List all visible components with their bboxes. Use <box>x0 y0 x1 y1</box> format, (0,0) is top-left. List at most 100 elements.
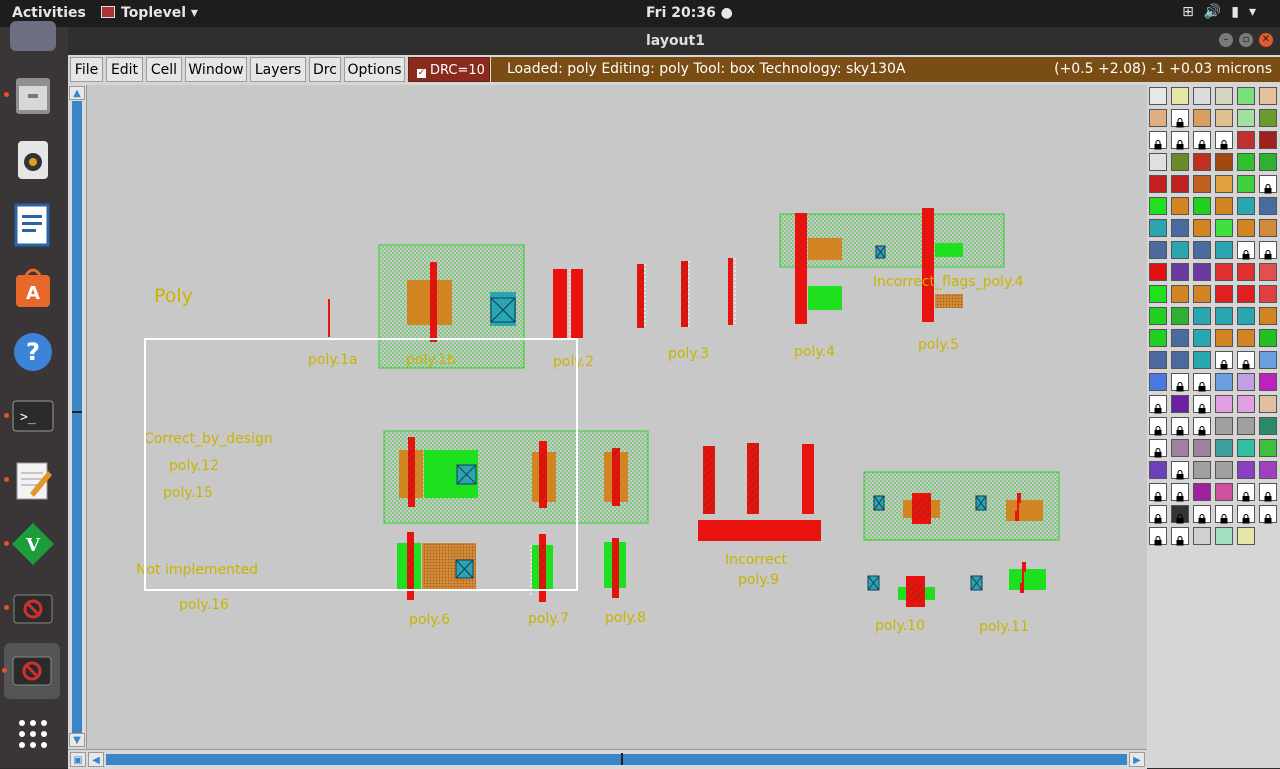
layer-swatch[interactable] <box>1237 395 1255 413</box>
speaker-icon[interactable] <box>10 137 56 183</box>
layer-swatch[interactable] <box>1215 461 1233 479</box>
minimize-button[interactable]: – <box>1219 33 1233 47</box>
horizontal-scroll-thumb[interactable] <box>106 754 1127 765</box>
scroll-right-icon[interactable]: ▶ <box>1129 752 1145 767</box>
layer-swatch[interactable] <box>1171 483 1189 502</box>
layer-swatch[interactable] <box>1193 373 1211 392</box>
layer-swatch[interactable] <box>1171 241 1189 259</box>
menu-options[interactable]: Options <box>344 57 405 82</box>
menu-file[interactable]: File <box>70 57 103 82</box>
layer-swatch[interactable] <box>1215 153 1233 171</box>
layer-swatch[interactable] <box>1171 307 1189 325</box>
layer-swatch[interactable] <box>1215 285 1233 303</box>
layer-swatch[interactable] <box>1193 417 1211 436</box>
layer-swatch[interactable] <box>1171 461 1189 480</box>
layer-swatch[interactable] <box>1149 197 1167 215</box>
app-menu[interactable]: Toplevel ▾ <box>101 5 198 21</box>
layer-swatch[interactable] <box>1149 153 1167 171</box>
layer-swatch[interactable] <box>1215 329 1233 347</box>
layer-swatch[interactable] <box>1193 263 1211 281</box>
layer-swatch[interactable] <box>1237 87 1255 105</box>
layer-swatch[interactable] <box>1259 395 1277 413</box>
layer-swatch[interactable] <box>1259 461 1277 479</box>
layer-swatch[interactable] <box>1149 505 1167 524</box>
layer-swatch[interactable] <box>1171 285 1189 303</box>
layer-swatch[interactable] <box>1259 175 1277 194</box>
layer-swatch[interactable] <box>1215 87 1233 105</box>
layer-swatch[interactable] <box>1237 197 1255 215</box>
close-button[interactable]: ✕ <box>1259 33 1273 47</box>
layer-swatch[interactable] <box>1215 439 1233 457</box>
layer-swatch[interactable] <box>1171 527 1189 546</box>
show-apps-icon[interactable] <box>10 711 56 757</box>
layer-swatch[interactable] <box>1237 373 1255 391</box>
system-tray[interactable]: ⊞🔊▮▾ <box>1182 4 1266 20</box>
layer-swatch[interactable] <box>1149 241 1167 259</box>
layer-swatch[interactable] <box>1149 131 1167 150</box>
layer-swatch[interactable] <box>1193 197 1211 215</box>
menu-window[interactable]: Window <box>185 57 247 82</box>
layer-swatch[interactable] <box>1193 285 1211 303</box>
layer-swatch[interactable] <box>1193 505 1211 524</box>
scroll-up-icon[interactable]: ▲ <box>69 86 85 100</box>
layer-swatch[interactable] <box>1193 153 1211 171</box>
menu-cell[interactable]: Cell <box>146 57 182 82</box>
layer-swatch[interactable] <box>1193 109 1211 127</box>
vertical-scrollbar[interactable]: ▲ ▼ <box>68 85 87 750</box>
layer-swatch[interactable] <box>1237 263 1255 281</box>
layer-swatch[interactable] <box>1149 417 1167 436</box>
layer-swatch[interactable] <box>1237 131 1255 149</box>
layer-swatch[interactable] <box>1149 527 1167 546</box>
layer-swatch[interactable] <box>1237 351 1255 370</box>
layer-swatch[interactable] <box>1237 329 1255 347</box>
layer-swatch[interactable] <box>1171 505 1189 524</box>
menu-edit[interactable]: Edit <box>106 57 143 82</box>
writer-icon[interactable] <box>10 201 56 247</box>
layer-swatch[interactable] <box>1215 417 1233 435</box>
app-forbidden-icon[interactable] <box>4 585 56 631</box>
layer-swatch[interactable] <box>1215 505 1233 524</box>
layer-swatch[interactable] <box>1149 329 1167 347</box>
layer-swatch[interactable] <box>1149 373 1167 391</box>
clock[interactable]: Fri 20:36 ● <box>646 5 733 21</box>
layer-swatch[interactable] <box>1193 395 1211 414</box>
zoom-box-icon[interactable]: ▣ <box>70 752 86 767</box>
layer-swatch[interactable] <box>1237 285 1255 303</box>
layer-swatch[interactable] <box>1259 483 1277 502</box>
layer-swatch[interactable] <box>1171 373 1189 392</box>
layer-swatch[interactable] <box>1215 131 1233 150</box>
layer-swatch[interactable] <box>1149 263 1167 281</box>
layer-swatch[interactable] <box>1237 153 1255 171</box>
layer-swatch[interactable] <box>1193 219 1211 237</box>
layer-swatch[interactable] <box>1237 439 1255 457</box>
layer-swatch[interactable] <box>1171 329 1189 347</box>
vertical-scroll-thumb[interactable] <box>72 101 82 733</box>
layer-swatch[interactable] <box>1215 241 1233 259</box>
menu-drc[interactable]: Drc <box>309 57 341 82</box>
layer-swatch[interactable] <box>1149 351 1167 369</box>
layer-swatch[interactable] <box>1149 175 1167 193</box>
layer-swatch[interactable] <box>1237 109 1255 127</box>
layer-swatch[interactable] <box>1237 527 1255 545</box>
layer-swatch[interactable] <box>1149 395 1167 414</box>
layer-swatch[interactable] <box>1259 417 1277 435</box>
layer-swatch[interactable] <box>1259 109 1277 127</box>
layer-swatch[interactable] <box>1215 263 1233 281</box>
layer-swatch[interactable] <box>1259 329 1277 347</box>
layer-swatch[interactable] <box>1171 109 1189 128</box>
app-forbidden-icon-2[interactable] <box>2 643 60 699</box>
layer-swatch[interactable] <box>1215 175 1233 193</box>
layer-swatch[interactable] <box>1171 439 1189 457</box>
layer-swatch[interactable] <box>1149 219 1167 237</box>
layer-swatch[interactable] <box>1215 197 1233 215</box>
layer-swatch[interactable] <box>1237 505 1255 524</box>
layer-swatch[interactable] <box>1237 175 1255 193</box>
layer-swatch[interactable] <box>1259 219 1277 237</box>
menu-layers[interactable]: Layers <box>250 57 306 82</box>
layer-swatch[interactable] <box>1237 483 1255 502</box>
layer-swatch[interactable] <box>1193 439 1211 457</box>
layer-swatch[interactable] <box>1171 219 1189 237</box>
layer-swatch[interactable] <box>1237 241 1255 260</box>
layer-swatch[interactable] <box>1193 131 1211 150</box>
files-icon[interactable] <box>4 72 56 118</box>
